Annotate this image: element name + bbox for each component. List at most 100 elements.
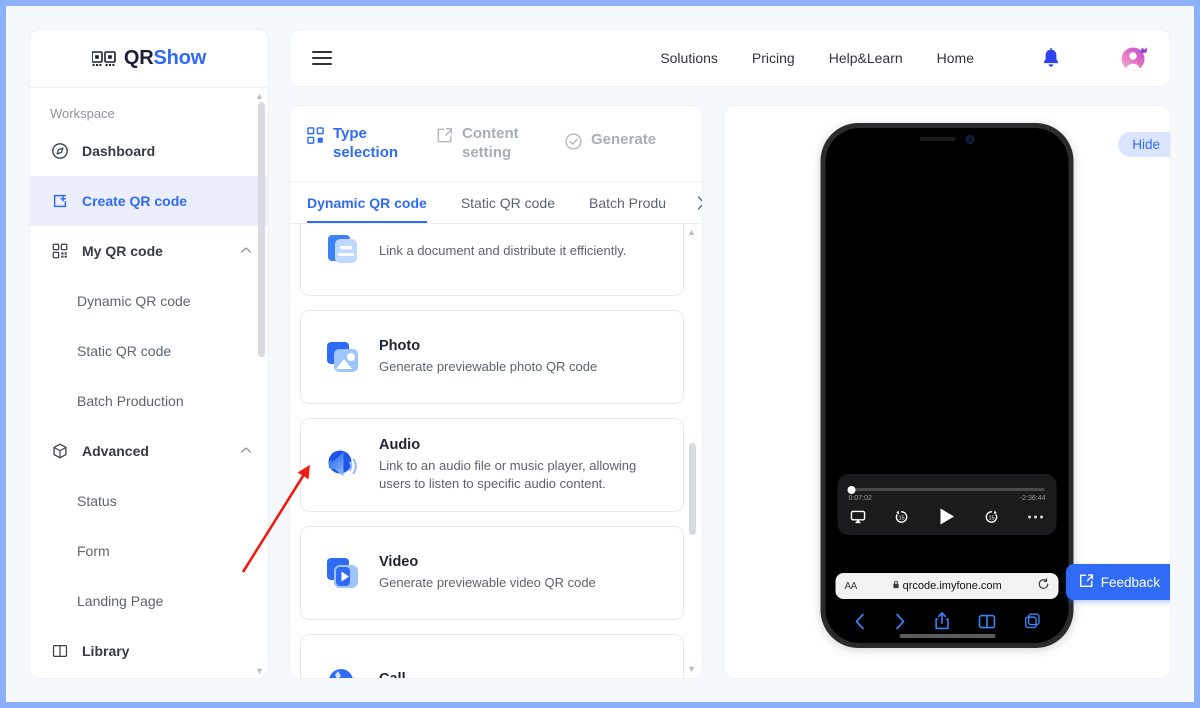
url-value: qrcode.imyfone.com <box>902 580 1002 592</box>
scroll-down-arrow-icon[interactable]: ▼ <box>687 665 696 674</box>
qr-type-card-document[interactable]: Link a document and distribute it effici… <box>300 224 684 296</box>
chevron-left-icon[interactable] <box>854 613 865 630</box>
sidebar-group-my-qr-code[interactable]: My QR code <box>30 226 268 276</box>
svg-text:15: 15 <box>988 515 994 521</box>
card-list-scroll-thumb[interactable] <box>689 443 696 535</box>
scroll-up-arrow-icon[interactable]: ▲ <box>687 228 696 237</box>
add-square-icon <box>50 191 70 211</box>
qr-type-card-call[interactable]: Call <box>300 634 684 678</box>
top-navigation-bar: Solutions Pricing Help&Learn Home <box>290 30 1170 86</box>
elapsed-time: 0:07:02 <box>848 495 872 502</box>
sidebar-nav: Workspace Dashboard Create QR code My QR… <box>30 88 268 678</box>
qr-category-tabs: Dynamic QR code Static QR code Batch Pro… <box>290 182 702 224</box>
url-bar[interactable]: AA qrcode.imyfone.com <box>835 573 1059 599</box>
app-window: QRShow Workspace Dashboard Create QR cod… <box>6 6 1194 702</box>
tab-static-qr-code[interactable]: Static QR code <box>444 182 572 223</box>
grid-select-icon <box>306 126 325 150</box>
reload-icon[interactable] <box>1038 577 1050 595</box>
audio-speaker-icon <box>323 445 363 485</box>
text-size-button[interactable]: AA <box>845 581 858 592</box>
sidebar-item-landing-page[interactable]: Landing Page <box>30 576 268 626</box>
topnav-link-solutions[interactable]: Solutions <box>660 50 718 66</box>
front-camera-icon <box>965 134 975 144</box>
scroll-up-arrow-icon[interactable]: ▲ <box>255 92 264 101</box>
playback-progress-slider[interactable] <box>847 485 1045 494</box>
video-play-icon <box>323 553 363 593</box>
sidebar-item-form[interactable]: Form <box>30 526 268 576</box>
rewind-15-icon[interactable]: 15 <box>894 509 910 525</box>
sidebar-item-create-qr-code[interactable]: Create QR code <box>30 176 268 226</box>
hamburger-icon[interactable] <box>312 51 332 65</box>
phone-mockup: 0:07:02 -2:36:44 15 15 AA qrcode.imyfone… <box>820 123 1074 648</box>
url-text-container: qrcode.imyfone.com <box>863 580 1032 592</box>
tab-dynamic-qr-code[interactable]: Dynamic QR code <box>290 182 444 223</box>
play-icon[interactable] <box>938 507 955 526</box>
card-description: Generate previewable video QR code <box>379 574 596 590</box>
content-area: Type selection Content setting Generate <box>290 106 1170 678</box>
playback-times: 0:07:02 -2:36:44 <box>849 495 1046 502</box>
phone-preview-panel: Hide 0:07:02 -2:36:44 15 15 AA qrcode.im… <box>724 106 1170 678</box>
media-player: 0:07:02 -2:36:44 15 15 <box>837 474 1057 535</box>
sidebar-item-static-qr-code[interactable]: Static QR code <box>30 326 268 376</box>
progress-knob[interactable] <box>847 485 856 494</box>
chevron-right-icon[interactable] <box>683 182 702 223</box>
step-label: Type selection <box>333 124 399 161</box>
forward-15-icon[interactable]: 15 <box>983 509 999 525</box>
check-circle-icon <box>564 132 583 156</box>
qr-grid-icon <box>50 241 70 261</box>
airplay-icon[interactable] <box>850 510 866 524</box>
card-title: Call <box>379 671 406 678</box>
topnav-link-home[interactable]: Home <box>937 50 974 66</box>
qr-type-panel: Type selection Content setting Generate <box>290 106 702 678</box>
hide-preview-button[interactable]: Hide <box>1118 132 1170 157</box>
sidebar-item-batch-production[interactable]: Batch Production <box>30 376 268 426</box>
topnav-link-pricing[interactable]: Pricing <box>752 50 795 66</box>
chevron-up-icon[interactable] <box>240 446 252 457</box>
qr-type-card-audio[interactable]: Audio Link to an audio file or music pla… <box>300 418 684 512</box>
sidebar-item-dynamic-qr-code[interactable]: Dynamic QR code <box>30 276 268 326</box>
card-description: Link a document and distribute it effici… <box>379 242 627 258</box>
tabs-icon[interactable] <box>1024 613 1040 629</box>
sidebar-item-label: Advanced <box>82 443 149 459</box>
compass-icon <box>50 141 70 161</box>
sidebar-item-library[interactable]: Library <box>30 626 268 676</box>
sidebar-scrollbar[interactable]: ▲ ▼ <box>255 92 265 676</box>
notification-bell-icon[interactable] <box>1040 47 1062 70</box>
mobile-browser-bar: AA qrcode.imyfone.com <box>825 565 1069 643</box>
phone-screen: 0:07:02 -2:36:44 15 15 AA qrcode.imyfone… <box>825 128 1069 643</box>
feedback-edit-icon <box>1079 573 1094 591</box>
sidebar-item-label: Dashboard <box>82 143 156 159</box>
qr-type-card-video[interactable]: Video Generate previewable video QR code <box>300 526 684 620</box>
sidebar-item-label: Create QR code <box>82 193 188 209</box>
sidebar-group-advanced[interactable]: Advanced <box>30 426 268 476</box>
step-content-setting[interactable]: Content setting <box>435 125 538 163</box>
photo-icon <box>323 337 363 377</box>
cube-icon <box>50 441 70 461</box>
card-list-scrollbar[interactable]: ▲ ▼ <box>687 228 696 674</box>
card-description: Link to an audio file or music player, a… <box>379 457 637 491</box>
sidebar-scroll-thumb[interactable] <box>258 102 265 357</box>
book-icon <box>50 641 70 661</box>
edit-square-icon <box>435 126 454 150</box>
step-generate[interactable]: Generate <box>564 131 656 156</box>
chevron-up-icon[interactable] <box>240 246 252 257</box>
step-type-selection[interactable]: Type selection <box>306 125 409 163</box>
share-icon[interactable] <box>934 612 949 630</box>
topnav-link-help-learn[interactable]: Help&Learn <box>829 50 903 66</box>
wizard-steps: Type selection Content setting Generate <box>290 106 702 182</box>
step-label: Content setting <box>462 124 519 161</box>
lock-icon <box>893 580 900 592</box>
phone-notch <box>888 128 1006 150</box>
tab-batch-production[interactable]: Batch Produ <box>572 182 683 223</box>
chevron-right-icon[interactable] <box>894 613 905 630</box>
user-avatar-crown-icon[interactable] <box>1118 43 1150 73</box>
qr-logo-icon <box>91 50 116 68</box>
book-open-icon[interactable] <box>978 614 995 629</box>
card-title: Video <box>379 553 419 570</box>
sidebar-item-dashboard[interactable]: Dashboard <box>30 126 268 176</box>
more-dots-icon[interactable] <box>1028 514 1044 520</box>
feedback-button[interactable]: Feedback <box>1065 564 1170 600</box>
sidebar-item-status[interactable]: Status <box>30 476 268 526</box>
qr-type-card-photo[interactable]: Photo Generate previewable photo QR code <box>300 310 684 404</box>
scroll-down-arrow-icon[interactable]: ▼ <box>255 667 264 676</box>
